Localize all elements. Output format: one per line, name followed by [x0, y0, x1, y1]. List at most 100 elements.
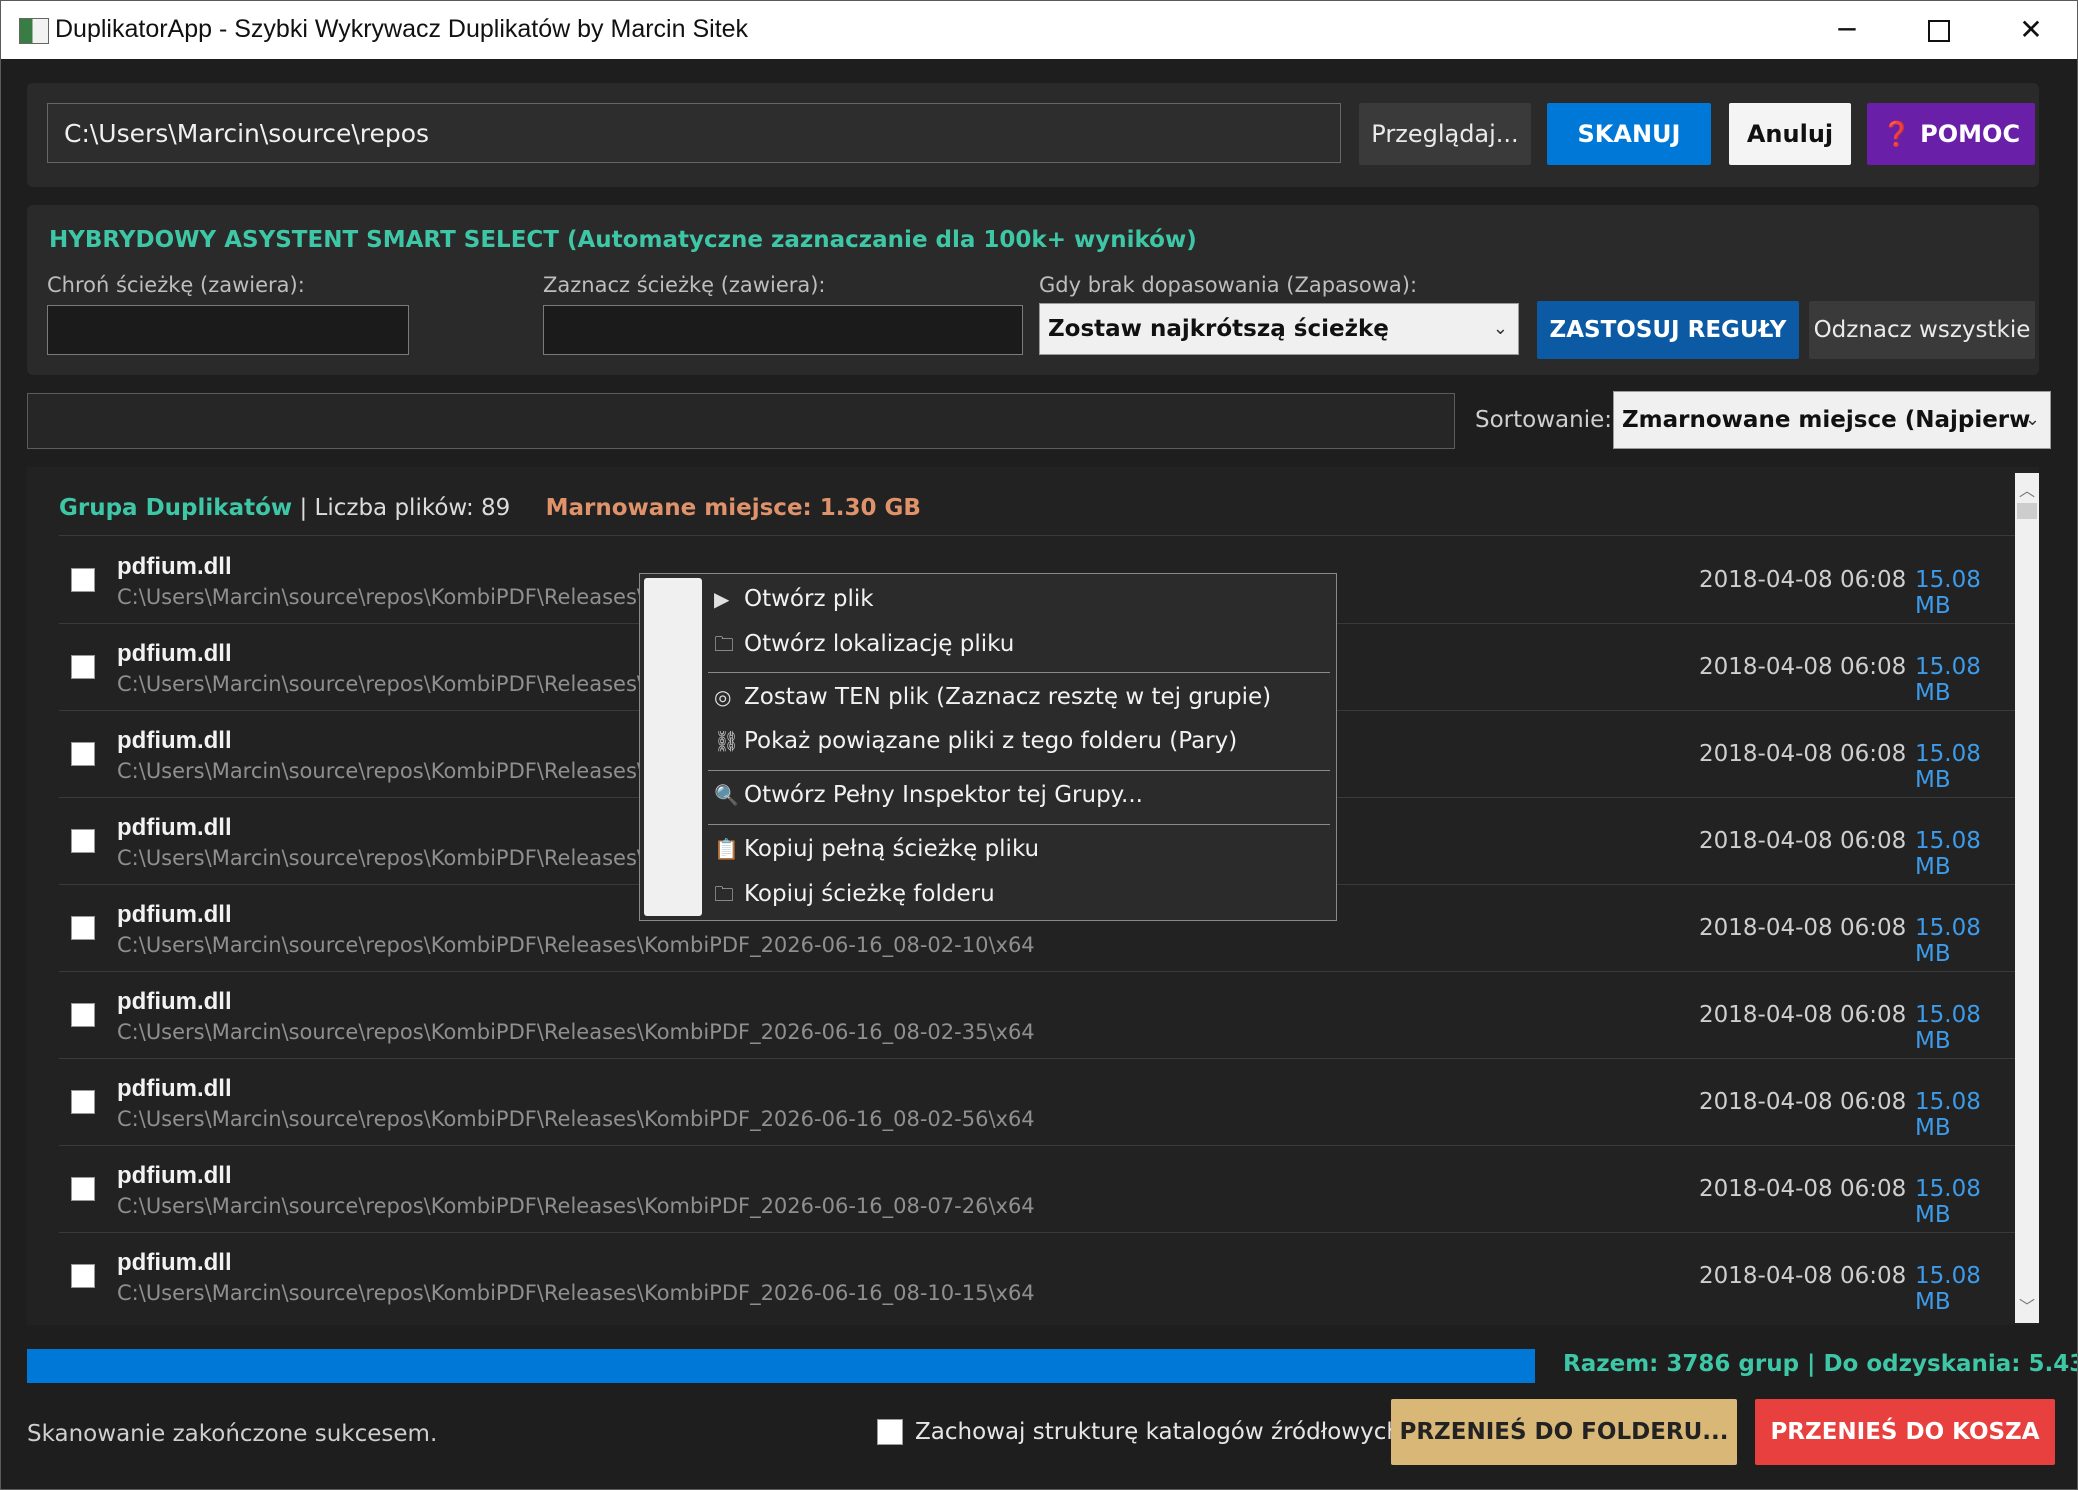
filter-input[interactable] — [27, 393, 1455, 449]
file-path: C:\Users\Marcin\source\repos\KombiPDF\Re… — [117, 933, 1035, 957]
file-path: C:\Users\Marcin\source\repos\KombiPDF\Re… — [117, 1194, 1035, 1218]
sort-dropdown[interactable]: Zmarnowane miejsce (Najpierw na ⌄ — [1613, 391, 2051, 489]
menu-item-copy-folder-path[interactable]: 🗀 Kopiuj ścieżkę folderu — [714, 880, 995, 914]
move-to-folder-button[interactable]: PRZENIEŚ DO FOLDERU... — [1391, 1399, 1737, 1465]
menu-separator — [708, 770, 1330, 771]
menu-item-open-file[interactable]: ▶ Otwórz plik — [714, 586, 874, 612]
list-scrollbar[interactable]: ︿ ﹀ — [2015, 473, 2039, 1323]
file-size: 15.08 MB — [1915, 828, 1981, 880]
scan-path-panel: C:\Users\Marcin\source\repos Przeglądaj.… — [27, 83, 2039, 187]
smart-select-panel: HYBRYDOWY ASYSTENT SMART SELECT (Automat… — [27, 205, 2039, 375]
protect-path-input[interactable] — [47, 305, 409, 355]
file-size: 15.08 MB — [1915, 567, 1981, 619]
file-path: C:\Users\Marcin\source\repos\KombiPDF\Re… — [117, 1107, 1035, 1131]
scan-path-input[interactable]: C:\Users\Marcin\source\repos — [47, 103, 1341, 163]
file-checkbox[interactable] — [71, 1264, 95, 1288]
chevron-down-icon: ⌄ — [1492, 318, 1508, 339]
maximize-button[interactable] — [1893, 1, 1985, 59]
file-name: pdfium.dll — [117, 1249, 232, 1276]
context-menu: ▶ Otwórz plik 🗀 Otwórz lokalizację pliku ◎… — [639, 573, 1337, 921]
group-wasted-space: Marnowane miejsce: 1.30 GB — [545, 495, 921, 521]
context-menu-gutter — [644, 578, 702, 916]
file-date: 2018-04-08 06:08 — [1699, 828, 1907, 854]
file-row[interactable]: pdfium.dll C:\Users\Marcin\source\repos\… — [59, 1059, 2017, 1146]
fallback-dropdown-value: Zostaw najkrótszą ścieżkę — [1048, 316, 1389, 342]
file-row[interactable]: pdfium.dll C:\Users\Marcin\source\repos\… — [59, 972, 2017, 1059]
file-checkbox[interactable] — [71, 829, 95, 853]
menu-item-label: Pokaż powiązane pliki z tego folderu (Pa… — [744, 728, 1238, 754]
title-bar[interactable]: DuplikatorApp - Szybki Wykrywacz Duplika… — [1, 1, 2077, 59]
close-button[interactable]: ✕ — [1985, 1, 2077, 59]
menu-item-copy-file-path[interactable]: 📋 Kopiuj pełną ścieżkę pliku — [714, 836, 1039, 862]
file-date: 2018-04-08 06:08 — [1699, 1002, 1907, 1028]
mark-path-input[interactable] — [543, 305, 1023, 355]
file-checkbox[interactable] — [71, 742, 95, 766]
file-name: pdfium.dll — [117, 640, 232, 667]
menu-separator — [708, 672, 1330, 673]
smart-select-title: HYBRYDOWY ASYSTENT SMART SELECT (Automat… — [49, 227, 1197, 253]
menu-item-open-inspector[interactable]: 🔍 Otwórz Pełny Inspektor tej Grupy... — [714, 782, 1143, 808]
file-name: pdfium.dll — [117, 553, 232, 580]
file-size: 15.08 MB — [1915, 654, 1981, 706]
chevron-down-icon: ⌄ — [2024, 409, 2040, 430]
menu-item-keep-this-file[interactable]: ◎ Zostaw TEN plik (Zaznacz resztę w tej g… — [714, 684, 1271, 710]
apply-rules-button[interactable]: ZASTOSUJ REGUŁY — [1537, 301, 1799, 359]
menu-item-show-related[interactable]: ⛓ Pokaż powiązane pliki z tego folderu (P… — [714, 728, 1237, 754]
file-checkbox[interactable] — [71, 568, 95, 592]
group-header: Grupa Duplikatów | Liczba plików: 89 Mar… — [59, 495, 921, 521]
group-divider — [59, 535, 2017, 536]
app-icon — [19, 18, 49, 44]
scan-button[interactable]: SKANUJ — [1547, 103, 1711, 165]
menu-item-label: Otwórz plik — [744, 586, 874, 612]
play-icon: ▶ — [714, 587, 730, 611]
menu-item-label: Zostaw TEN plik (Zaznacz resztę w tej gr… — [744, 684, 1272, 710]
scan-progress-bar — [27, 1349, 1535, 1383]
unmark-all-button[interactable]: Odznacz wszystkie — [1809, 301, 2035, 359]
scroll-down-icon[interactable]: ﹀ — [2015, 1293, 2039, 1317]
fallback-dropdown[interactable]: Zostaw najkrótszą ścieżkę ⌄ — [1039, 303, 1519, 355]
menu-item-label: Kopiuj ścieżkę folderu — [744, 881, 995, 907]
status-text: Skanowanie zakończone sukcesem. — [27, 1421, 438, 1447]
minimize-button[interactable]: ─ — [1801, 1, 1893, 59]
group-title: Grupa Duplikatów — [59, 495, 293, 521]
mark-path-label: Zaznacz ścieżkę (zawiera): — [543, 273, 826, 297]
file-checkbox[interactable] — [71, 916, 95, 940]
file-row[interactable]: pdfium.dll C:\Users\Marcin\source\repos\… — [59, 1146, 2017, 1233]
keep-structure-checkbox[interactable] — [877, 1419, 903, 1445]
file-date: 2018-04-08 06:08 — [1699, 1263, 1907, 1289]
file-checkbox[interactable] — [71, 1177, 95, 1201]
cancel-button[interactable]: Anuluj — [1729, 103, 1851, 165]
maximize-icon — [1928, 20, 1950, 42]
protect-path-label: Chroń ścieżkę (zawiera): — [47, 273, 305, 297]
file-path: C:\Users\Marcin\source\repos\KombiPDF\Re… — [117, 1020, 1035, 1044]
sort-label: Sortowanie: — [1475, 407, 1612, 433]
file-name: pdfium.dll — [117, 814, 232, 841]
file-size: 15.08 MB — [1915, 1002, 1981, 1054]
file-checkbox[interactable] — [71, 1003, 95, 1027]
keep-structure-label[interactable]: Zachowaj strukturę katalogów źródłowych — [915, 1419, 1401, 1445]
scroll-up-icon[interactable]: ︿ — [2015, 477, 2039, 501]
browse-button[interactable]: Przeglądaj... — [1359, 103, 1531, 165]
move-to-trash-button[interactable]: PRZENIEŚ DO KOSZA — [1755, 1399, 2055, 1465]
file-checkbox[interactable] — [71, 655, 95, 679]
link-icon: ⛓ — [714, 729, 740, 753]
file-row[interactable]: pdfium.dll C:\Users\Marcin\source\repos\… — [59, 1233, 2017, 1320]
file-path: C:\Users\Marcin\source\repos\KombiPDF\Re… — [117, 1281, 1035, 1305]
summary-text: Razem: 3786 grup | Do odzyskania: 5.43 G… — [1563, 1351, 2078, 1377]
file-checkbox[interactable] — [71, 1090, 95, 1114]
menu-item-open-location[interactable]: 🗀 Otwórz lokalizację pliku — [714, 630, 1014, 664]
menu-separator — [708, 824, 1330, 825]
window-title: DuplikatorApp - Szybki Wykrywacz Duplika… — [55, 15, 749, 43]
file-name: pdfium.dll — [117, 988, 232, 1015]
file-date: 2018-04-08 06:08 — [1699, 1089, 1907, 1115]
file-size: 15.08 MB — [1915, 741, 1981, 793]
file-date: 2018-04-08 06:08 — [1699, 915, 1907, 941]
clipboard-icon: 📋 — [714, 837, 739, 861]
target-icon: ◎ — [714, 685, 732, 709]
file-name: pdfium.dll — [117, 1162, 232, 1189]
file-path: C:\Users\Marcin\source\repos\KombiPDF\Re… — [117, 672, 670, 696]
help-button[interactable]: ❓ POMOC — [1867, 103, 2035, 165]
scroll-thumb[interactable] — [2017, 503, 2037, 519]
file-name: pdfium.dll — [117, 901, 232, 928]
file-name: pdfium.dll — [117, 1075, 232, 1102]
